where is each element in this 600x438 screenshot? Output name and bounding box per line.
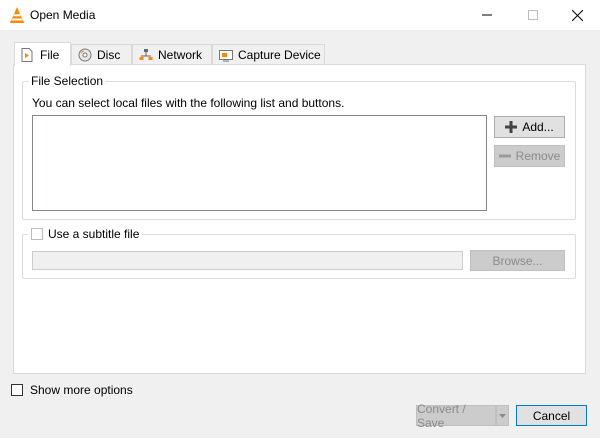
subtitle-checkbox-label: Use a subtitle file bbox=[48, 227, 140, 241]
tab-network[interactable]: Network bbox=[132, 44, 212, 65]
remove-button[interactable]: Remove bbox=[494, 145, 565, 167]
show-more-options-row[interactable]: Show more options bbox=[11, 383, 133, 397]
convert-save-dropdown[interactable] bbox=[496, 405, 509, 426]
disc-icon bbox=[78, 48, 92, 62]
tab-network-label: Network bbox=[158, 48, 203, 62]
tab-file[interactable]: File bbox=[14, 42, 71, 66]
file-selection-title: File Selection bbox=[29, 74, 106, 88]
convert-save-label: Convert / Save bbox=[417, 401, 466, 430]
file-list[interactable] bbox=[32, 115, 487, 211]
network-icon bbox=[139, 48, 153, 62]
subtitle-checkbox[interactable] bbox=[31, 228, 43, 240]
minimize-icon bbox=[482, 10, 492, 20]
subtitle-path-field[interactable] bbox=[32, 251, 463, 270]
cancel-button[interactable]: Cancel bbox=[516, 405, 587, 426]
convert-save-button[interactable]: Convert / Save bbox=[416, 402, 496, 430]
tab-file-label: File bbox=[40, 47, 60, 62]
browse-button-label: Browse... bbox=[492, 253, 543, 268]
tab-disc[interactable]: Disc bbox=[71, 44, 132, 65]
add-button-label: Add... bbox=[522, 120, 554, 134]
tab-disc-label: Disc bbox=[97, 48, 121, 62]
browse-button[interactable]: Browse... bbox=[470, 250, 565, 271]
minimize-button[interactable] bbox=[464, 0, 510, 30]
tab-capture-device[interactable]: Capture Device bbox=[212, 44, 325, 65]
title-bar: Open Media bbox=[0, 0, 600, 30]
tab-capture-device-label: Capture Device bbox=[238, 48, 321, 62]
file-selection-description: You can select local files with the foll… bbox=[32, 96, 345, 110]
show-more-options-checkbox[interactable] bbox=[11, 384, 23, 396]
subtitle-checkbox-row[interactable]: Use a subtitle file bbox=[28, 227, 143, 241]
show-more-options-label: Show more options bbox=[30, 383, 133, 397]
chevron-down-icon bbox=[499, 413, 506, 418]
window-title: Open Media bbox=[30, 8, 96, 22]
close-button[interactable] bbox=[554, 0, 600, 30]
file-icon bbox=[21, 47, 35, 62]
plus-icon bbox=[505, 121, 518, 133]
minus-icon bbox=[498, 150, 511, 162]
vlc-cone-icon bbox=[8, 6, 26, 24]
add-button[interactable]: Add... bbox=[494, 116, 565, 138]
cancel-button-label: Cancel bbox=[532, 408, 571, 423]
remove-button-label: Remove bbox=[515, 149, 561, 163]
maximize-button[interactable] bbox=[510, 0, 556, 30]
close-icon bbox=[571, 9, 583, 21]
capture-device-icon bbox=[219, 48, 233, 62]
maximize-icon bbox=[528, 10, 538, 20]
